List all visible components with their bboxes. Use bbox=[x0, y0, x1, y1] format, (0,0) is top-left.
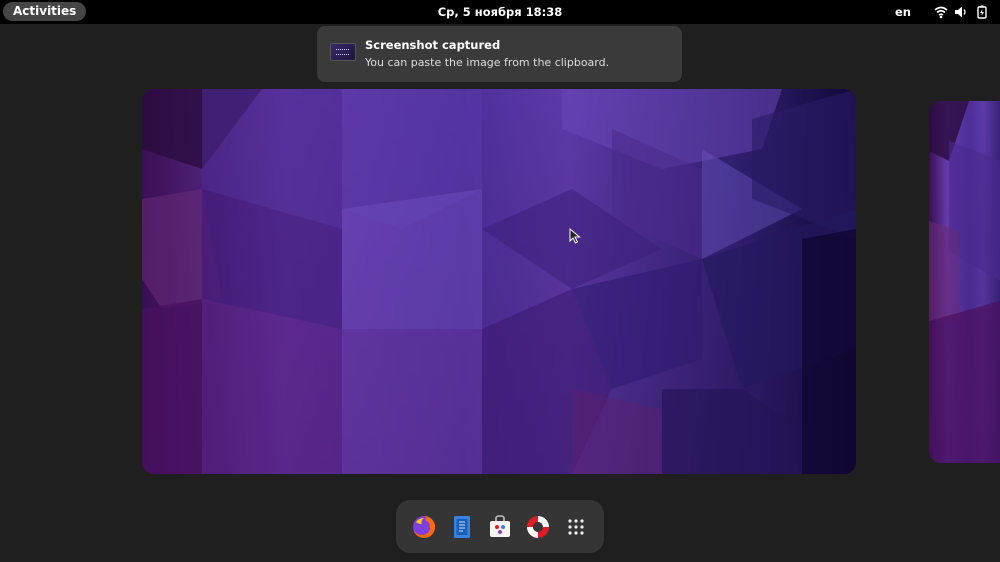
wifi-icon bbox=[934, 6, 948, 19]
battery-icon bbox=[977, 5, 987, 19]
help-icon[interactable] bbox=[524, 513, 552, 541]
screenshot-notification[interactable]: Screenshot captured You can paste the im… bbox=[317, 26, 682, 82]
dash bbox=[396, 500, 604, 553]
firefox-icon[interactable] bbox=[410, 513, 438, 541]
wallpaper-pattern bbox=[142, 89, 856, 474]
keyboard-layout-indicator[interactable]: en bbox=[895, 0, 911, 24]
software-icon[interactable] bbox=[486, 513, 514, 541]
workspace-current[interactable] bbox=[142, 89, 856, 474]
date-time-clock[interactable]: Ср, 5 ноября 18:38 bbox=[0, 0, 1000, 24]
show-apps-icon[interactable] bbox=[562, 513, 590, 541]
notification-body: You can paste the image from the clipboa… bbox=[365, 56, 610, 69]
system-tray[interactable] bbox=[934, 5, 990, 19]
mouse-cursor-icon bbox=[569, 228, 581, 244]
wallpaper-pattern-next bbox=[929, 101, 1000, 463]
workspace-next[interactable] bbox=[929, 101, 1000, 463]
text-editor-icon[interactable] bbox=[448, 513, 476, 541]
volume-icon bbox=[955, 6, 966, 18]
notification-title: Screenshot captured bbox=[365, 38, 501, 52]
screenshot-thumbnail-icon bbox=[330, 43, 356, 61]
top-bar: Activities Ср, 5 ноября 18:38 en bbox=[0, 0, 1000, 24]
